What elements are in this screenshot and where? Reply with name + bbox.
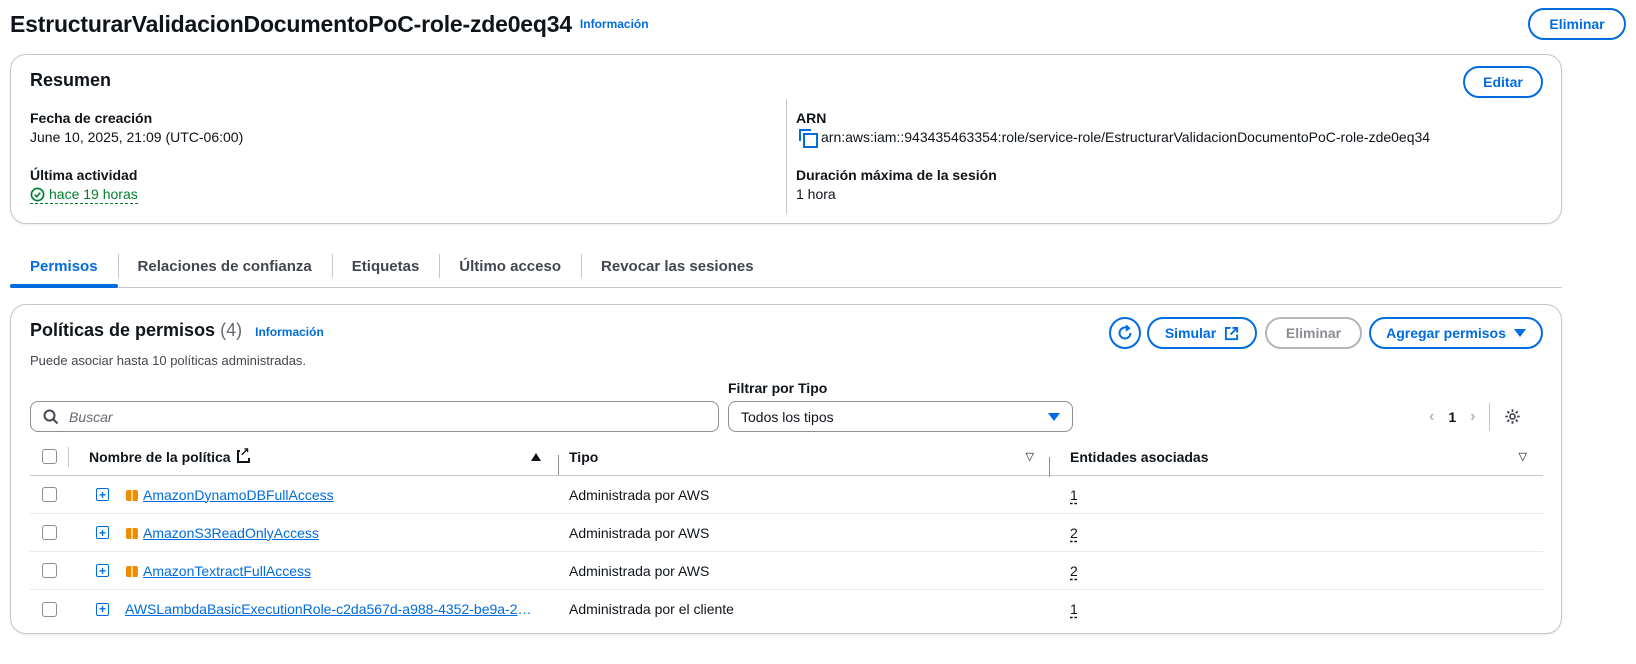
attached-entities-count[interactable]: 1 xyxy=(1070,487,1078,503)
attached-entities-count[interactable]: 2 xyxy=(1070,563,1078,579)
policy-link[interactable]: AmazonTextractFullAccess xyxy=(143,563,311,579)
tab-revoke-sessions[interactable]: Revocar las sesiones xyxy=(581,246,774,286)
expand-row-icon[interactable]: + xyxy=(96,526,109,539)
select-all-checkbox[interactable] xyxy=(41,449,57,464)
attached-entities-count[interactable]: 2 xyxy=(1070,525,1078,541)
attached-entities-count[interactable]: 1 xyxy=(1070,601,1078,617)
aws-managed-icon xyxy=(125,564,139,578)
filter-type-label: Filtrar por Tipo xyxy=(728,380,828,396)
policy-type: Administrada por AWS xyxy=(569,486,710,503)
summary-divider xyxy=(786,99,787,214)
column-entities-label: Entidades asociadas xyxy=(1070,448,1209,465)
edit-button[interactable]: Editar xyxy=(1463,66,1543,98)
policies-description: Puede asociar hasta 10 políticas adminis… xyxy=(30,353,307,368)
column-header-type[interactable]: Tipo ▽ xyxy=(559,448,1050,477)
last-activity-value[interactable]: hace 19 horas xyxy=(30,186,138,205)
policies-title: Políticas de permisos (4) Información xyxy=(30,320,324,341)
max-session-label: Duración máxima de la sesión xyxy=(796,167,997,183)
simulate-label: Simular xyxy=(1164,325,1217,341)
previous-page-icon[interactable]: ‹ xyxy=(1429,408,1434,426)
policies-table: Nombre de la política Tipo ▽ Entidades a… xyxy=(30,438,1543,628)
summary-panel: Resumen Editar Fecha de creación June 10… xyxy=(10,54,1562,224)
column-header-entities[interactable]: Entidades asociadas ▽ xyxy=(1050,449,1543,465)
add-permissions-label: Agregar permisos xyxy=(1386,325,1506,341)
table-row: + AmazonDynamoDBFullAccess Administrada … xyxy=(30,476,1543,514)
creation-date-value: June 10, 2025, 21:09 (UTC-06:00) xyxy=(30,129,244,145)
table-header: Nombre de la política Tipo ▽ Entidades a… xyxy=(30,438,1543,477)
table-row: + AWSLambdaBasicExecutionRole-c2da567d-a… xyxy=(30,590,1543,628)
search-field[interactable] xyxy=(30,401,719,432)
select-all-cell xyxy=(30,449,68,464)
sort-ascending-icon xyxy=(531,452,541,461)
policies-title-text: Políticas de permisos xyxy=(30,320,216,340)
creation-date-label: Fecha de creación xyxy=(30,110,153,126)
external-link-icon xyxy=(1225,326,1239,340)
policy-link[interactable]: AWSLambdaBasicExecutionRole-c2da567d-a98… xyxy=(125,601,535,617)
simulate-button[interactable]: Simular xyxy=(1147,317,1257,349)
info-link[interactable]: Información xyxy=(580,17,649,31)
summary-title: Resumen xyxy=(30,70,112,90)
policy-type: Administrada por AWS xyxy=(569,524,710,541)
policies-count: (4) xyxy=(220,320,243,340)
expand-row-icon[interactable]: + xyxy=(96,564,109,577)
expand-row-icon[interactable]: + xyxy=(96,602,109,616)
policy-type: Administrada por AWS xyxy=(569,562,710,579)
row-checkbox[interactable] xyxy=(41,563,57,578)
tab-last-accessed[interactable]: Último acceso xyxy=(439,246,581,286)
delete-policy-button[interactable]: Eliminar xyxy=(1265,317,1362,349)
table-row: + AmazonTextractFullAccess Administrada … xyxy=(30,552,1543,590)
pagination: ‹ 1 › xyxy=(1429,401,1521,432)
arn-value: arn:aws:iam::943435463354:role/service-r… xyxy=(821,129,1431,145)
policy-link[interactable]: AmazonS3ReadOnlyAccess xyxy=(143,525,319,541)
add-permissions-button[interactable]: Agregar permisos xyxy=(1369,317,1543,349)
aws-managed-icon xyxy=(125,488,139,502)
column-name-label: Nombre de la política xyxy=(89,448,231,465)
type-filter-value: Todos los tipos xyxy=(741,408,834,425)
next-page-icon[interactable]: › xyxy=(1470,408,1475,426)
expand-row-icon[interactable]: + xyxy=(96,488,109,501)
caret-down-icon xyxy=(1513,329,1526,337)
refresh-button[interactable] xyxy=(1109,317,1141,349)
page-title: EstructurarValidacionDocumentoPoC-role-z… xyxy=(10,10,572,37)
tab-bar: Permisos Relaciones de confianza Etiquet… xyxy=(10,246,1562,288)
page-number[interactable]: 1 xyxy=(1448,409,1456,425)
aws-managed-icon xyxy=(125,526,139,540)
sort-icon: ▽ xyxy=(1025,451,1034,463)
type-filter-select[interactable]: Todos los tipos xyxy=(728,401,1073,432)
row-checkbox[interactable] xyxy=(41,487,57,502)
arn-value-row: arn:aws:iam::943435463354:role/service-r… xyxy=(799,129,1431,148)
last-activity-label: Última actividad xyxy=(30,167,138,183)
sort-icon: ▽ xyxy=(1518,451,1527,463)
check-circle-icon xyxy=(30,187,45,201)
header-divider xyxy=(68,446,69,467)
last-activity-text: hace 19 horas xyxy=(49,186,138,202)
settings-gear-icon[interactable] xyxy=(1504,408,1521,425)
search-input[interactable] xyxy=(67,407,667,426)
arn-label: ARN xyxy=(796,110,827,126)
external-link-icon xyxy=(236,446,250,463)
column-header-name[interactable]: Nombre de la política xyxy=(68,446,559,475)
row-checkbox[interactable] xyxy=(41,525,57,540)
dropdown-caret-icon xyxy=(1048,412,1060,421)
policy-link[interactable]: AmazonDynamoDBFullAccess xyxy=(143,487,334,503)
search-icon xyxy=(43,409,59,424)
policy-type: Administrada por el cliente xyxy=(569,601,734,617)
max-session-value: 1 hora xyxy=(796,186,836,202)
policies-info-link[interactable]: Información xyxy=(255,325,324,339)
tab-trust-relationships[interactable]: Relaciones de confianza xyxy=(117,246,332,286)
delete-role-button[interactable]: Eliminar xyxy=(1528,8,1626,40)
row-checkbox[interactable] xyxy=(41,601,57,617)
page-header: EstructurarValidacionDocumentoPoC-role-z… xyxy=(10,8,1626,40)
pager-divider xyxy=(1489,402,1491,431)
tab-permissions[interactable]: Permisos xyxy=(10,246,118,288)
table-row: + AmazonS3ReadOnlyAccess Administrada po… xyxy=(30,514,1543,552)
refresh-icon xyxy=(1118,324,1132,340)
column-type-label: Tipo xyxy=(569,448,599,465)
copy-icon[interactable] xyxy=(799,129,818,148)
tab-tags[interactable]: Etiquetas xyxy=(331,246,440,286)
permissions-policies-panel: Políticas de permisos (4) Información Pu… xyxy=(10,304,1562,634)
